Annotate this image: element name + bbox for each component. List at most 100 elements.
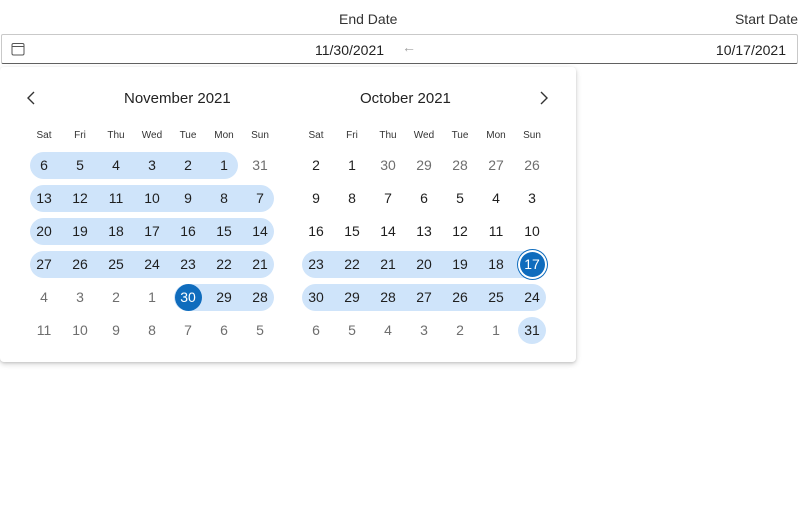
day-cell[interactable]: 29 <box>206 284 242 311</box>
start-date-label: Start Date <box>734 11 798 27</box>
selected-day-cell[interactable]: 17 <box>514 251 550 278</box>
day-cell[interactable]: 6 <box>298 317 334 344</box>
weekday-label: Mon <box>214 130 234 141</box>
day-cell[interactable]: 13 <box>406 218 442 245</box>
day-cell[interactable]: 30 <box>298 284 334 311</box>
day-cell[interactable]: 2 <box>98 284 134 311</box>
day-cell[interactable]: 2 <box>298 152 334 179</box>
day-cell[interactable]: 10 <box>62 317 98 344</box>
day-cell[interactable]: 14 <box>242 218 278 245</box>
day-cell[interactable]: 12 <box>62 185 98 212</box>
day-cell[interactable]: 13 <box>26 185 62 212</box>
day-cell[interactable]: 1 <box>334 152 370 179</box>
day-cell[interactable]: 22 <box>334 251 370 278</box>
day-cell[interactable]: 6 <box>406 185 442 212</box>
selected-day-cell[interactable]: 30 <box>170 284 206 311</box>
day-cell[interactable]: 23 <box>170 251 206 278</box>
day-cell[interactable]: 18 <box>98 218 134 245</box>
day-cell[interactable]: 21 <box>242 251 278 278</box>
day-cell[interactable]: 7 <box>370 185 406 212</box>
day-cell[interactable]: 5 <box>442 185 478 212</box>
day-cell[interactable]: 12 <box>442 218 478 245</box>
day-cell[interactable]: 1 <box>206 152 242 179</box>
day-cell[interactable]: 14 <box>370 218 406 245</box>
weekday-label: Thu <box>107 130 125 141</box>
day-cell[interactable]: 10 <box>134 185 170 212</box>
day-cell[interactable]: 7 <box>170 317 206 344</box>
day-cell[interactable]: 29 <box>406 152 442 179</box>
weekday-label: Sun <box>523 130 541 141</box>
day-cell[interactable]: 5 <box>242 317 278 344</box>
day-cell[interactable]: 5 <box>334 317 370 344</box>
day-cell[interactable]: 10 <box>514 218 550 245</box>
day-cell[interactable]: 18 <box>478 251 514 278</box>
day-cell[interactable]: 19 <box>62 218 98 245</box>
calendar-icon[interactable] <box>11 42 25 56</box>
week-row: 16 15 14 13 12 11 10 <box>298 215 550 248</box>
day-cell[interactable]: 22 <box>206 251 242 278</box>
day-cell[interactable]: 19 <box>442 251 478 278</box>
month-title-left: November 2021 <box>124 90 231 107</box>
day-cell[interactable]: 3 <box>406 317 442 344</box>
day-cell[interactable]: 4 <box>26 284 62 311</box>
day-cell[interactable]: 27 <box>406 284 442 311</box>
day-cell[interactable]: 26 <box>62 251 98 278</box>
date-range-input[interactable]: 11/30/2021 ← 10/17/2021 <box>1 34 798 64</box>
chevron-right-icon[interactable] <box>535 89 553 107</box>
day-cell[interactable]: 2 <box>170 152 206 179</box>
day-cell[interactable]: 5 <box>62 152 98 179</box>
day-cell[interactable]: 2 <box>442 317 478 344</box>
day-cell[interactable]: 28 <box>370 284 406 311</box>
day-cell[interactable]: 24 <box>134 251 170 278</box>
day-cell[interactable]: 15 <box>206 218 242 245</box>
day-cell[interactable]: 31 <box>514 317 550 344</box>
day-cell[interactable]: 28 <box>242 284 278 311</box>
day-cell[interactable]: 4 <box>478 185 514 212</box>
day-cell[interactable]: 6 <box>26 152 62 179</box>
start-date-value[interactable]: 10/17/2021 <box>716 42 786 58</box>
day-cell[interactable]: 4 <box>370 317 406 344</box>
day-cell[interactable]: 11 <box>478 218 514 245</box>
day-cell[interactable]: 3 <box>134 152 170 179</box>
day-cell[interactable]: 1 <box>134 284 170 311</box>
day-cell[interactable]: 8 <box>334 185 370 212</box>
day-cell[interactable]: 17 <box>134 218 170 245</box>
day-cell[interactable]: 9 <box>170 185 206 212</box>
day-cell[interactable]: 3 <box>62 284 98 311</box>
day-cell[interactable]: 8 <box>206 185 242 212</box>
day-cell[interactable]: 4 <box>98 152 134 179</box>
day-cell[interactable]: 1 <box>478 317 514 344</box>
day-cell[interactable]: 20 <box>406 251 442 278</box>
day-cell[interactable]: 6 <box>206 317 242 344</box>
week-row: 6 5 4 3 2 1 31 <box>26 149 278 182</box>
weekday-label: Sat <box>36 130 52 141</box>
day-cell[interactable]: 16 <box>298 218 334 245</box>
day-cell[interactable]: 3 <box>514 185 550 212</box>
day-cell[interactable]: 29 <box>334 284 370 311</box>
day-cell[interactable]: 15 <box>334 218 370 245</box>
day-cell[interactable]: 26 <box>442 284 478 311</box>
day-cell[interactable]: 11 <box>98 185 134 212</box>
day-cell[interactable]: 8 <box>134 317 170 344</box>
day-cell[interactable]: 23 <box>298 251 334 278</box>
day-cell[interactable]: 9 <box>98 317 134 344</box>
chevron-left-icon[interactable] <box>22 89 40 107</box>
day-cell[interactable]: 31 <box>242 152 278 179</box>
end-date-value[interactable]: 11/30/2021 <box>315 42 384 58</box>
day-cell[interactable]: 25 <box>478 284 514 311</box>
day-cell[interactable]: 25 <box>98 251 134 278</box>
day-cell[interactable]: 20 <box>26 218 62 245</box>
day-cell[interactable]: 7 <box>242 185 278 212</box>
day-cell[interactable]: 30 <box>370 152 406 179</box>
month-grid-left: Sat Fri Thu Wed Tue Mon Sun 6 5 4 3 2 1 31 13 12 11 10 9 8 7… <box>26 123 278 347</box>
day-cell[interactable]: 16 <box>170 218 206 245</box>
day-cell[interactable]: 28 <box>442 152 478 179</box>
day-cell[interactable]: 11 <box>26 317 62 344</box>
day-cell[interactable]: 26 <box>514 152 550 179</box>
day-cell[interactable]: 27 <box>26 251 62 278</box>
day-cell[interactable]: 24 <box>514 284 550 311</box>
week-row: 6 5 4 3 2 1 31 <box>298 314 550 347</box>
day-cell[interactable]: 9 <box>298 185 334 212</box>
day-cell[interactable]: 27 <box>478 152 514 179</box>
day-cell[interactable]: 21 <box>370 251 406 278</box>
